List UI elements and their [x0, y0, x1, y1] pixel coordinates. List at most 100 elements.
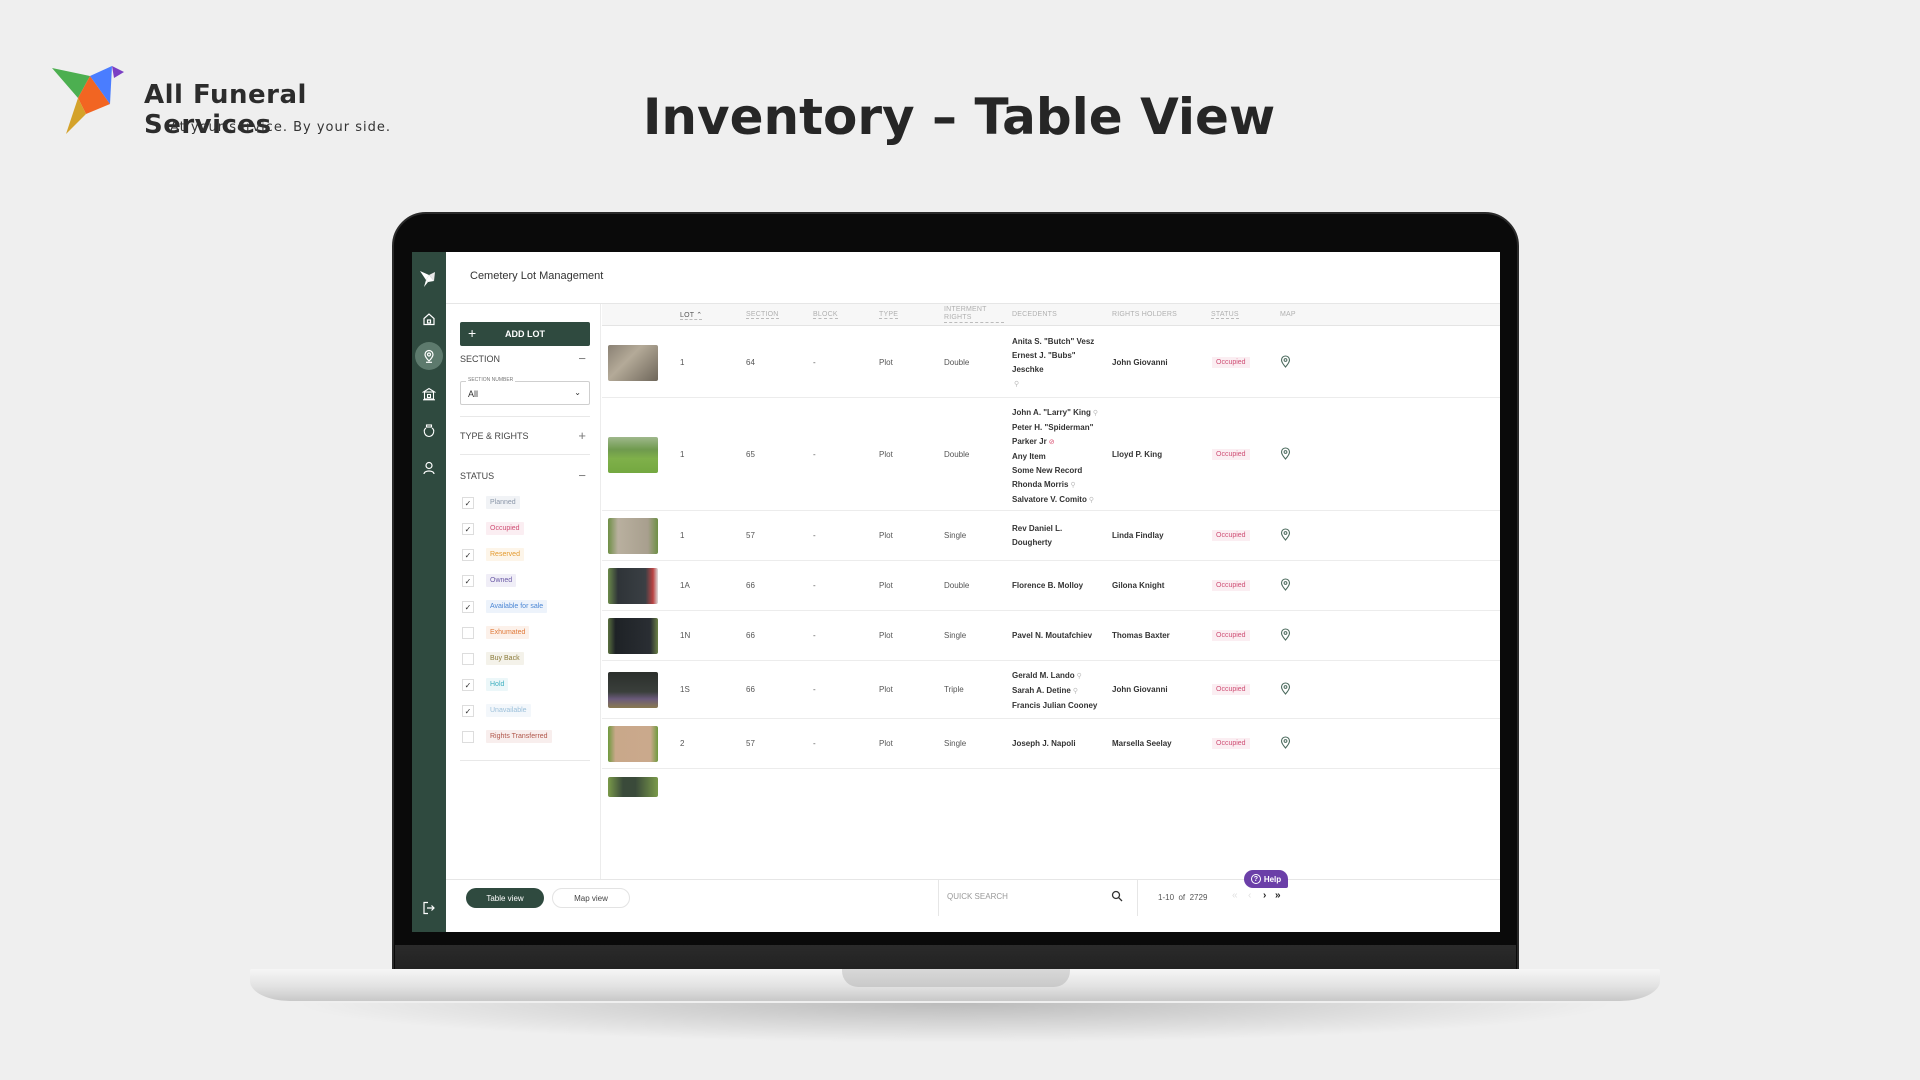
decedent-entry[interactable]: Rhonda Morris ⚲ [1012, 478, 1098, 493]
decedent-entry[interactable]: Pavel N. Moutafchiev [1012, 629, 1092, 643]
decedent-entry[interactable]: Francis Julian Cooney [1012, 699, 1097, 713]
checkbox-checked[interactable]: ✓ [462, 705, 474, 717]
decedent-entry[interactable]: Sarah A. Detine ⚲ [1012, 684, 1097, 699]
checkbox-unchecked[interactable] [462, 653, 474, 665]
decedent-entry[interactable]: Salvatore V. Comito ⚲ [1012, 493, 1098, 508]
status-filter-item[interactable]: ✓ Reserved [460, 548, 590, 563]
collapse-icon[interactable]: − [578, 468, 586, 483]
expand-icon[interactable]: + [578, 428, 586, 443]
status-filter-item[interactable]: ✓ Occupied [460, 522, 590, 537]
map-pin-icon[interactable] [1280, 628, 1291, 641]
table-row[interactable]: 1 65- Plot Double John A. "Larry" King ⚲ Peter… [602, 398, 1500, 511]
status-filter-item[interactable]: ✓ Owned [460, 574, 590, 589]
checkbox-checked[interactable]: ✓ [462, 601, 474, 613]
checkbox-checked[interactable]: ✓ [462, 549, 474, 561]
decedent-entry[interactable]: Florence B. Molloy [1012, 579, 1083, 593]
column-header-interment-rights[interactable]: INTERMENT RIGHTS [944, 306, 1004, 323]
decedent-entry[interactable]: Ernest J. "Bubs" [1012, 349, 1094, 363]
decedent-entry[interactable]: Peter H. "Spiderman" [1012, 421, 1098, 435]
lot-photo-thumbnail[interactable] [608, 777, 658, 797]
table-row[interactable]: 1 57 - Plot Single Rev Daniel L. Dougherty Lind… [602, 511, 1500, 561]
status-filter-header[interactable]: STATUS − [460, 468, 590, 483]
decedent-entry[interactable]: Some New Record [1012, 464, 1098, 478]
last-page-button[interactable]: » [1275, 890, 1281, 901]
hidden-eye-icon[interactable]: ⊘ [1049, 439, 1055, 446]
user-icon[interactable] [412, 453, 446, 483]
table-view-button[interactable]: Table view [466, 888, 544, 908]
lot-photo-thumbnail[interactable] [608, 672, 658, 708]
decedent-entry[interactable]: John A. "Larry" King ⚲ [1012, 406, 1098, 421]
section-number-select[interactable]: SECTION NUMBER All ⌄ [460, 377, 590, 405]
checkbox-unchecked[interactable] [462, 627, 474, 639]
decedent-entry[interactable]: ⚲ [1012, 377, 1094, 392]
location-pin-icon[interactable] [412, 341, 446, 371]
table-row[interactable]: 1S 66- Plot Triple Gerald M. Lando ⚲ Sarah A. … [602, 661, 1500, 719]
checkbox-checked[interactable]: ✓ [462, 575, 474, 587]
table-row[interactable]: 1 64 - Plot Double Anita S. "Butch" Vesz Ernes… [602, 327, 1500, 398]
decedent-entry[interactable]: Rev Daniel L. [1012, 522, 1062, 536]
map-view-button[interactable]: Map view [552, 888, 630, 908]
table-row[interactable] [602, 769, 1500, 799]
first-page-button[interactable]: « [1232, 890, 1238, 901]
decedent-entry[interactable]: Any Item [1012, 450, 1098, 464]
search-person-icon[interactable]: ⚲ [1014, 381, 1019, 388]
status-filter-item[interactable]: Buy Back [460, 652, 590, 667]
prev-page-button[interactable]: ‹ [1248, 890, 1251, 901]
logout-icon[interactable] [412, 893, 446, 923]
checkbox-checked[interactable]: ✓ [462, 523, 474, 535]
lot-photo-thumbnail[interactable] [608, 618, 658, 654]
add-lot-button[interactable]: + ADD LOT [460, 322, 590, 346]
lot-photo-thumbnail[interactable] [608, 726, 658, 762]
lot-photo-thumbnail[interactable] [608, 344, 658, 381]
home-icon[interactable] [412, 304, 446, 334]
next-page-button[interactable]: › [1263, 890, 1266, 901]
collapse-icon[interactable]: − [578, 351, 586, 366]
map-pin-icon[interactable] [1280, 682, 1291, 695]
decedent-entry[interactable]: Dougherty [1012, 536, 1062, 550]
column-header-lot[interactable]: LOT ⌃ [680, 311, 703, 320]
column-header-status[interactable]: STATUS [1211, 311, 1239, 319]
decedent-entry[interactable]: Parker Jr ⊘ [1012, 435, 1098, 450]
map-pin-icon[interactable] [1280, 446, 1291, 460]
help-button[interactable]: ? Help [1244, 870, 1288, 888]
status-filter-item[interactable]: Rights Transferred [460, 730, 590, 745]
decedent-entry[interactable]: Joseph J. Napoli [1012, 737, 1076, 751]
urn-icon[interactable] [412, 416, 446, 446]
table-row[interactable]: 2 57 - Plot Single Joseph J. Napoli Marsella S… [602, 719, 1500, 769]
status-filter-item[interactable]: ✓ Available for sale [460, 600, 590, 615]
person-icon[interactable]: ⚲ [1089, 497, 1094, 504]
table-row[interactable]: 1N 66 - Plot Single Pavel N. Moutafchiev Thoma… [602, 611, 1500, 661]
search-person-icon[interactable]: ⚲ [1070, 482, 1075, 489]
section-filter-header[interactable]: SECTION − [460, 351, 590, 366]
column-header-section[interactable]: SECTION [746, 311, 779, 319]
status-filter-item[interactable]: ✓ Unavailable [460, 704, 590, 719]
map-pin-icon[interactable] [1280, 354, 1291, 368]
column-header-block[interactable]: BLOCK [813, 311, 838, 319]
map-pin-icon[interactable] [1280, 528, 1291, 541]
person-icon[interactable]: ⚲ [1077, 673, 1082, 680]
lot-photo-thumbnail[interactable] [608, 436, 658, 473]
lot-photo-thumbnail[interactable] [608, 518, 658, 554]
status-filter-item[interactable]: Exhumated [460, 626, 590, 641]
person-icon[interactable]: ⚲ [1073, 688, 1078, 695]
lot-photo-thumbnail[interactable] [608, 568, 658, 604]
checkbox-checked[interactable]: ✓ [462, 497, 474, 509]
decedent-entry[interactable]: Jeschke [1012, 363, 1094, 377]
map-pin-icon[interactable] [1280, 578, 1291, 591]
column-header-type[interactable]: TYPE [879, 311, 899, 319]
table-row[interactable]: 1A 66 - Plot Double Florence B. Molloy Gilona … [602, 561, 1500, 611]
status-filter-item[interactable]: ✓ Hold [460, 678, 590, 693]
app-logo-icon[interactable] [412, 264, 446, 294]
status-filter-item[interactable]: ✓ Planned [460, 496, 590, 511]
building-icon[interactable] [412, 379, 446, 409]
type-rights-filter-header[interactable]: TYPE & RIGHTS + [460, 428, 590, 443]
checkbox-unchecked[interactable] [462, 731, 474, 743]
person-icon[interactable]: ⚲ [1093, 410, 1098, 417]
checkbox-checked[interactable]: ✓ [462, 679, 474, 691]
map-pin-icon[interactable] [1280, 736, 1291, 749]
quick-search-input[interactable] [947, 892, 1107, 901]
search-icon[interactable] [1111, 890, 1123, 902]
column-header-decedents: DECEDENTS [1012, 311, 1057, 318]
decedent-entry[interactable]: Anita S. "Butch" Vesz [1012, 335, 1094, 349]
decedent-entry[interactable]: Gerald M. Lando ⚲ [1012, 669, 1097, 684]
